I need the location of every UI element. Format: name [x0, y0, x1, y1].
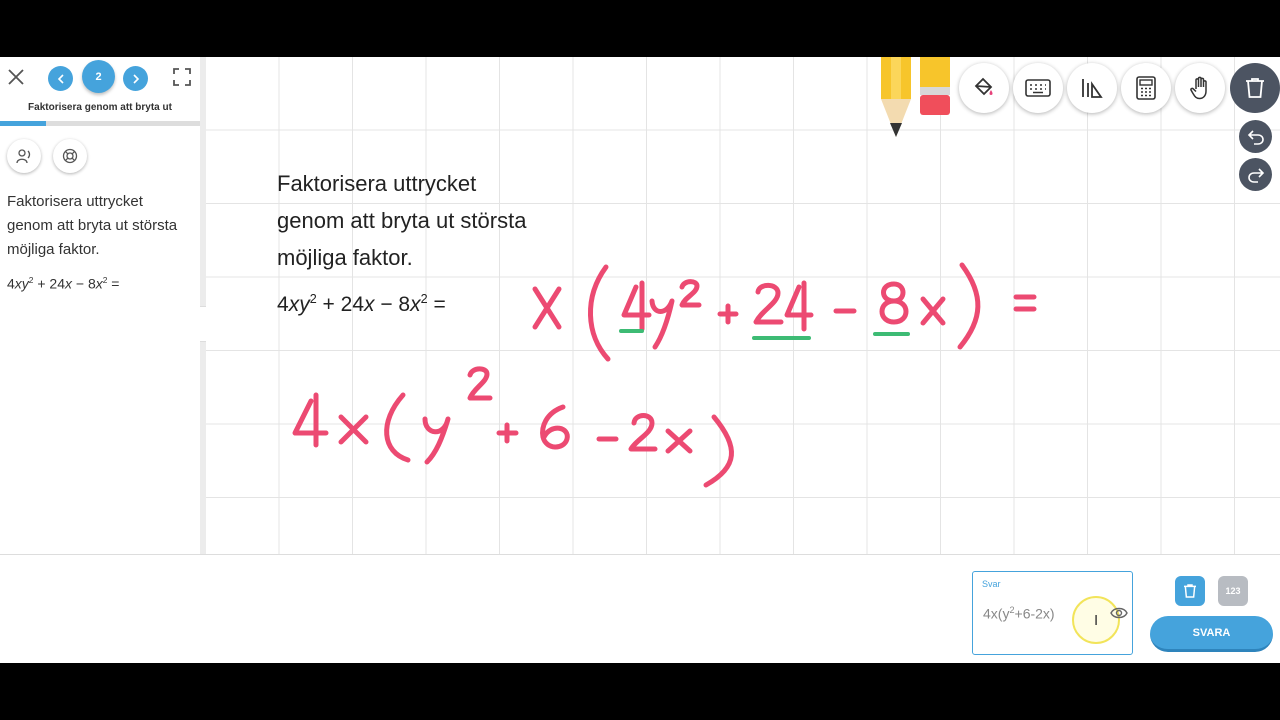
answer-bar: Svar 4x(y2+6-2x) I 123 SVARA [0, 554, 1280, 663]
read-aloud-button[interactable] [7, 139, 41, 173]
submit-answer-button[interactable]: SVARA [1150, 616, 1273, 652]
answer-label: Svar [982, 579, 1001, 589]
keyboard-icon [1025, 79, 1051, 97]
paint-bucket-icon [974, 77, 993, 96]
redo-button[interactable] [1239, 158, 1272, 191]
trash-icon [1246, 78, 1264, 98]
redo-icon [1247, 167, 1264, 183]
lesson-progress-bar [0, 121, 200, 126]
task-description: Faktorisera uttrycket genom att bryta ut… [7, 193, 178, 258]
ruler-icon [1082, 79, 1103, 98]
lesson-progress-fill [0, 121, 46, 126]
lesson-title: Faktorisera genom att bryta ut [28, 102, 172, 113]
task-expression: 4xy2 + 24x − 8x2 = [7, 275, 120, 292]
ruler-tool-button[interactable] [1067, 63, 1117, 113]
next-page-button[interactable] [123, 66, 148, 91]
chevron-left-icon [57, 73, 64, 84]
eye-icon[interactable] [1110, 606, 1128, 620]
lifebuoy-icon [62, 148, 78, 164]
close-icon[interactable] [6, 67, 26, 87]
hint-button[interactable] [53, 139, 87, 173]
undo-button[interactable] [1239, 120, 1272, 153]
answer-input[interactable]: Svar 4x(y2+6-2x) I [972, 571, 1133, 655]
keyboard-tool-button[interactable] [1013, 63, 1063, 113]
eraser-tool[interactable] [920, 57, 950, 115]
calculator-tool-button[interactable] [1121, 63, 1171, 113]
handwriting-layer [292, 262, 1037, 488]
clear-canvas-button[interactable] [1230, 63, 1280, 113]
text-cursor-icon: I [1094, 612, 1099, 629]
fill-tool-button[interactable] [959, 63, 1009, 113]
drawing-canvas[interactable]: Faktorisera uttrycket genom att bryta ut… [206, 57, 1280, 554]
pencil-tool[interactable] [881, 57, 911, 141]
undo-icon [1247, 129, 1264, 145]
chevron-right-icon [132, 73, 139, 84]
calculator-icon [1136, 76, 1156, 100]
app-window: 2 Faktorisera genom att bryta ut Faktori… [0, 57, 1280, 663]
pan-tool-button[interactable] [1175, 63, 1225, 113]
sidebar: 2 Faktorisera genom att bryta ut Faktori… [0, 57, 200, 554]
number-keypad-button[interactable]: 123 [1218, 576, 1248, 606]
hand-icon [1190, 76, 1207, 100]
answer-value[interactable]: 4x(y2+6-2x) [983, 605, 1055, 622]
read-aloud-icon [16, 149, 31, 164]
fullscreen-icon[interactable] [172, 67, 192, 87]
trash-icon [1184, 584, 1196, 598]
current-page-indicator[interactable]: 2 [82, 60, 115, 93]
previous-page-button[interactable] [48, 66, 73, 91]
clear-answer-button[interactable] [1175, 576, 1205, 606]
